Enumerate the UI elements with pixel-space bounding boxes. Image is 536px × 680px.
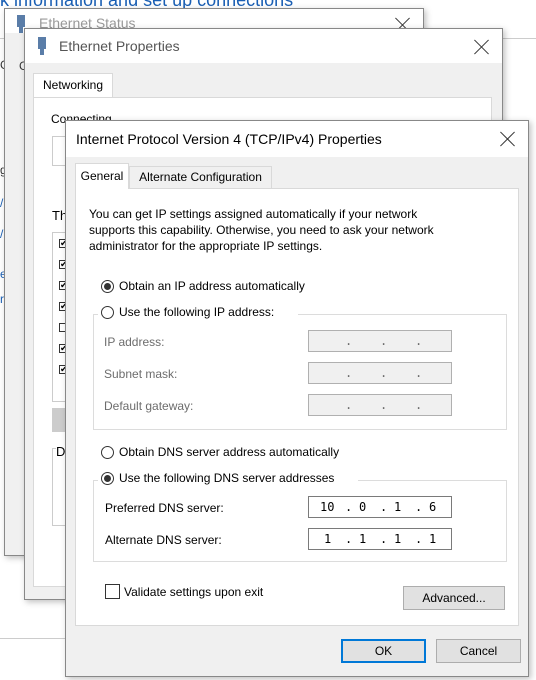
use-following-ip-label[interactable]: Use the following IP address: bbox=[119, 305, 274, 319]
description-label: D bbox=[56, 444, 66, 459]
use-following-ip-radio[interactable] bbox=[101, 306, 114, 319]
close-icon[interactable] bbox=[500, 131, 516, 147]
subnet-mask-field[interactable]: ... bbox=[308, 362, 452, 384]
eth-title: Ethernet Properties bbox=[59, 38, 180, 54]
eth-titlebar: Ethernet Properties bbox=[25, 29, 502, 63]
use-following-dns-radio[interactable] bbox=[101, 472, 114, 485]
ip-address-field[interactable]: ... bbox=[308, 330, 452, 352]
use-following-dns-label[interactable]: Use the following DNS server addresses bbox=[119, 471, 334, 485]
subnet-mask-label: Subnet mask: bbox=[104, 367, 178, 381]
tab-alternate-configuration[interactable]: Alternate Configuration bbox=[129, 166, 272, 188]
default-gateway-label: Default gateway: bbox=[104, 399, 194, 413]
ipv4-titlebar: Internet Protocol Version 4 (TCP/IPv4) P… bbox=[66, 121, 528, 157]
close-icon[interactable] bbox=[474, 39, 490, 55]
network-adapter-icon bbox=[38, 37, 46, 55]
alternate-dns-field[interactable]: 1 . 1 . 1 . 1 bbox=[308, 528, 452, 550]
intro-text: You can get IP settings assigned automat… bbox=[89, 206, 434, 254]
left-char-2[interactable]: / bbox=[0, 196, 3, 210]
intro-line-3: administrator for the appropriate IP set… bbox=[89, 239, 323, 253]
intro-line-2: supports this capability. Otherwise, you… bbox=[89, 223, 434, 237]
obtain-dns-auto-label[interactable]: Obtain DNS server address automatically bbox=[119, 445, 339, 459]
bottom-divider bbox=[0, 638, 66, 639]
preferred-dns-field[interactable]: 10 . 0 . 1 . 6 bbox=[308, 496, 452, 518]
default-gateway-field[interactable]: ... bbox=[308, 394, 452, 416]
validate-checkbox[interactable] bbox=[105, 584, 120, 599]
tab-networking[interactable]: Networking bbox=[33, 73, 113, 97]
alternate-dns-label: Alternate DNS server: bbox=[105, 533, 222, 547]
preferred-dns-label: Preferred DNS server: bbox=[105, 501, 224, 515]
obtain-ip-auto-radio[interactable] bbox=[101, 280, 114, 293]
install-button[interactable] bbox=[52, 408, 66, 432]
general-panel: You can get IP settings assigned automat… bbox=[75, 188, 519, 626]
obtain-dns-auto-radio[interactable] bbox=[101, 446, 114, 459]
ipv4-properties-dialog: Internet Protocol Version 4 (TCP/IPv4) P… bbox=[65, 120, 529, 677]
advanced-button[interactable]: Advanced... bbox=[403, 586, 505, 610]
intro-line-1: You can get IP settings assigned automat… bbox=[89, 207, 418, 221]
ip-address-label: IP address: bbox=[104, 335, 165, 349]
ipv4-title: Internet Protocol Version 4 (TCP/IPv4) P… bbox=[76, 131, 382, 147]
validate-label[interactable]: Validate settings upon exit bbox=[124, 585, 263, 599]
obtain-ip-auto-label[interactable]: Obtain an IP address automatically bbox=[119, 279, 305, 293]
ok-button[interactable]: OK bbox=[341, 639, 426, 663]
left-char-3[interactable]: / bbox=[0, 227, 3, 241]
cancel-button[interactable]: Cancel bbox=[436, 639, 521, 663]
tab-general[interactable]: General bbox=[75, 163, 129, 189]
